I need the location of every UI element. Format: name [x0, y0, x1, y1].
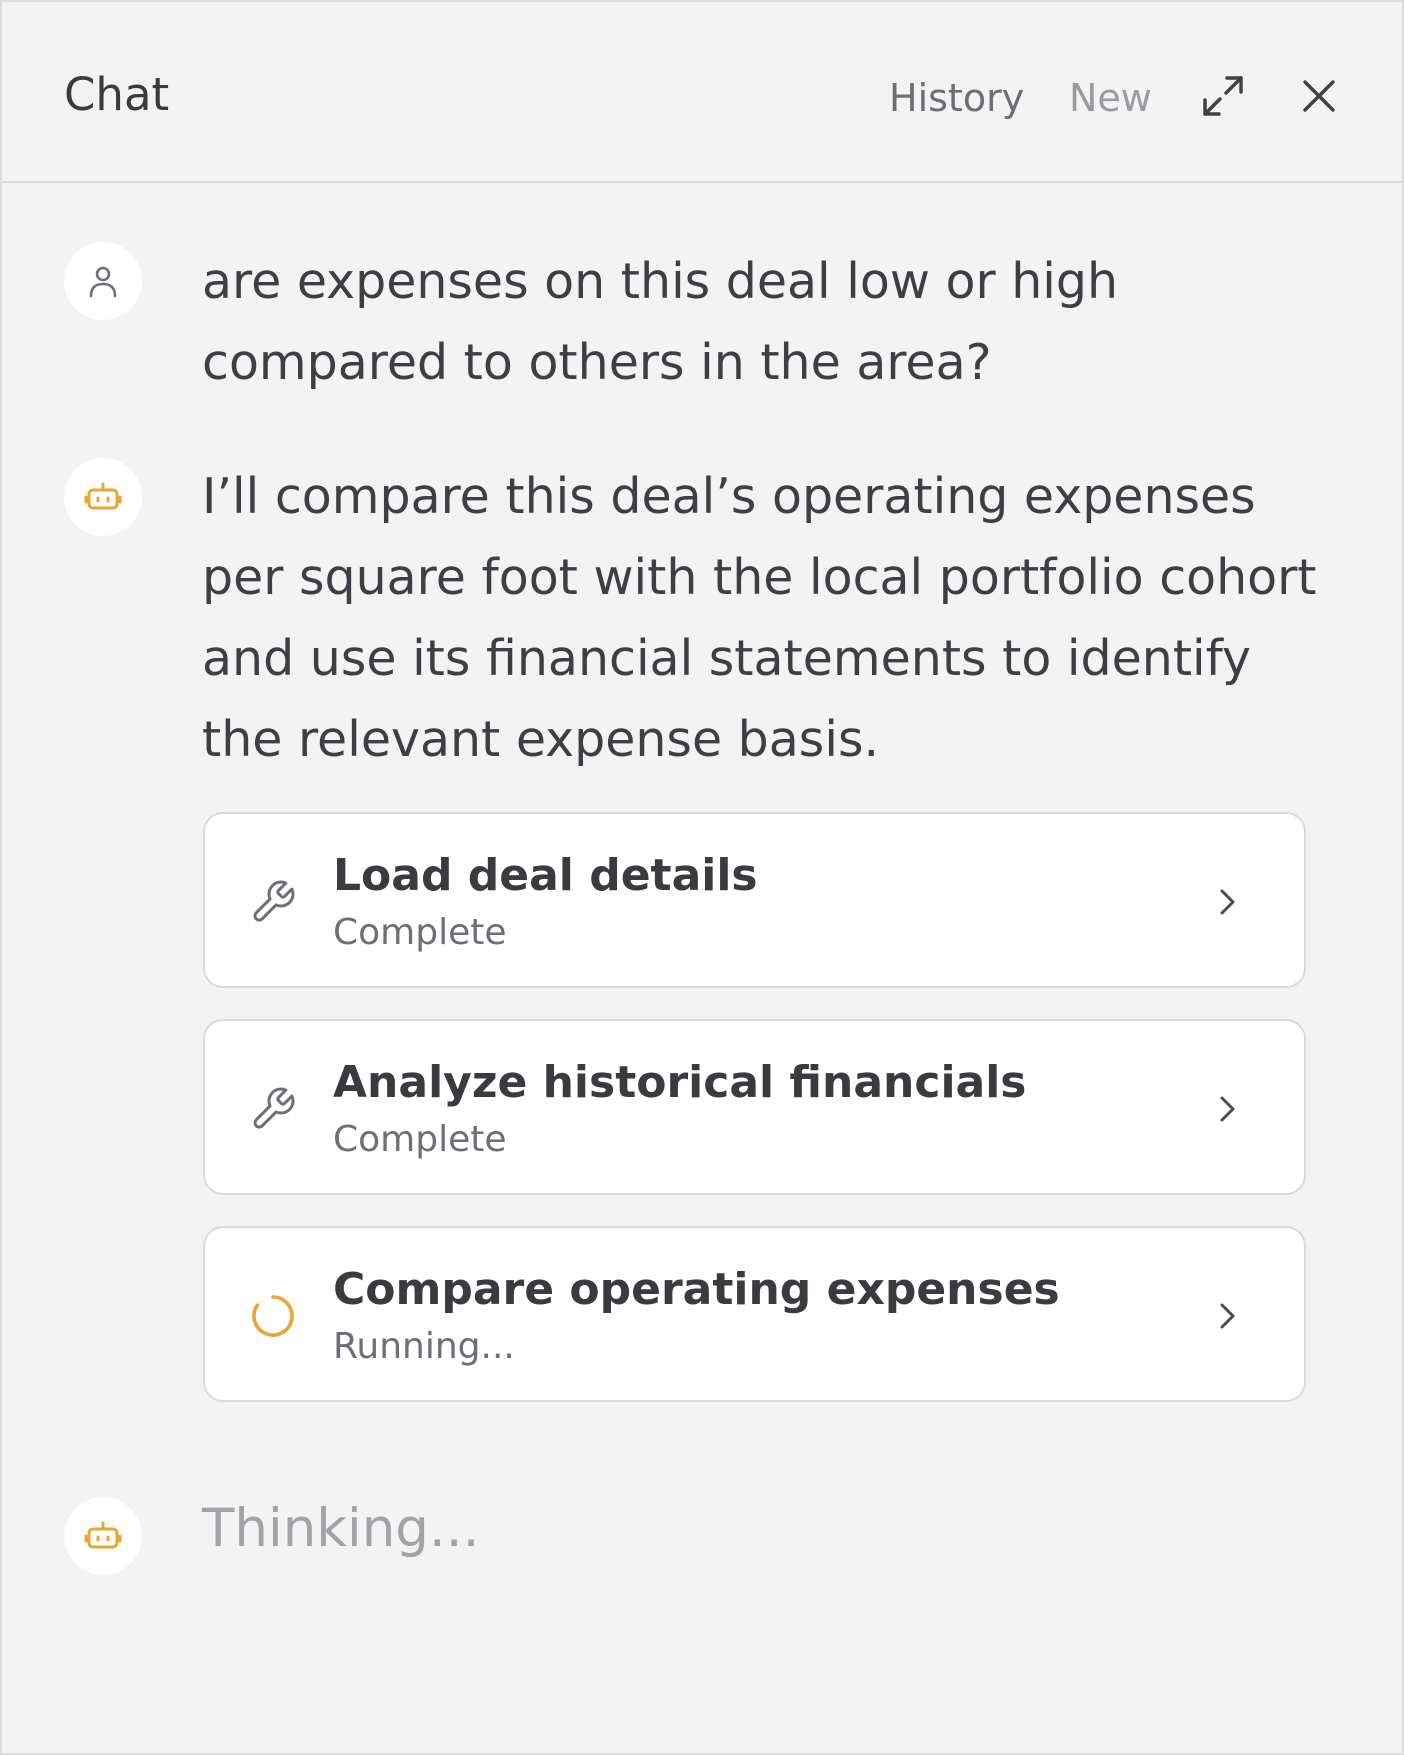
step-compare-operating-expenses[interactable]: Compare operating expenses Running...	[203, 1226, 1306, 1402]
assistant-message: I’ll compare this deal’s operating expen…	[202, 468, 1317, 768]
step-status: Running...	[333, 1326, 515, 1367]
assistant-avatar	[64, 1497, 142, 1575]
user-icon	[89, 266, 117, 298]
thinking-indicator: Thinking...	[202, 1498, 480, 1559]
robot-icon	[84, 1521, 122, 1549]
robot-icon	[84, 482, 122, 510]
expand-icon[interactable]	[1199, 72, 1247, 120]
chevron-right-icon	[1207, 1296, 1247, 1336]
user-message: are expenses on this deal low or high co…	[202, 253, 1119, 391]
chat-header: Chat History New	[2, 2, 1402, 183]
wrench-icon	[249, 1085, 297, 1133]
step-title: Load deal details	[333, 850, 758, 901]
step-status: Complete	[333, 1119, 507, 1160]
wrench-icon	[249, 878, 297, 926]
chat-title: Chat	[64, 68, 170, 121]
step-status: Complete	[333, 912, 507, 953]
step-title: Compare operating expenses	[333, 1264, 1060, 1315]
new-chat-button[interactable]: New	[1069, 76, 1152, 120]
step-title: Analyze historical financials	[333, 1057, 1027, 1108]
chevron-right-icon	[1207, 1089, 1247, 1129]
close-icon[interactable]	[1295, 72, 1343, 120]
assistant-avatar	[64, 458, 142, 536]
step-load-deal-details[interactable]: Load deal details Complete	[203, 812, 1306, 988]
step-analyze-historical-financials[interactable]: Analyze historical financials Complete	[203, 1019, 1306, 1195]
user-avatar	[64, 242, 142, 320]
spinner-icon	[249, 1292, 297, 1340]
chevron-right-icon	[1207, 882, 1247, 922]
chat-panel: Chat History New are expenses on this de…	[0, 0, 1404, 1755]
history-button[interactable]: History	[889, 76, 1024, 120]
